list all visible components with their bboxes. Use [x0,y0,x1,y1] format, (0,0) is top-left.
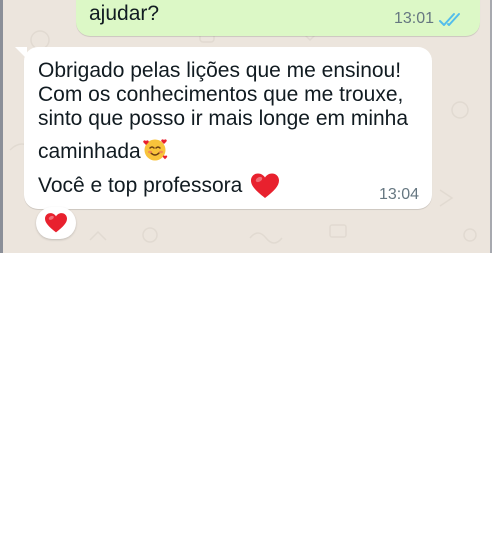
blank-area [0,253,492,538]
incoming-message-time: 13:04 [378,186,419,203]
message-line-with-emoji: Você e top professora [38,172,280,200]
bubble-tail [15,47,27,59]
message-line: Com os conhecimentos que me trouxe, [38,83,404,106]
red-heart-icon [251,173,280,198]
reaction-badge[interactable] [36,207,76,239]
message-line-with-emoji: caminhada [38,136,168,164]
outgoing-message-text: ajudar? [89,2,160,25]
red-heart-icon [45,213,67,233]
message-line: Obrigado pelas lições que me ensinou! [38,59,402,82]
outgoing-message-time: 13:01 [393,10,434,27]
message-line: sinto que posso ir mais longe em minha [38,107,409,130]
message-line: Você e top professora [38,174,243,197]
outgoing-message-bubble[interactable]: ajudar? 13:01 [76,0,480,36]
double-check-read-icon [439,13,460,26]
chat-area: ajudar? 13:01 Obrigado pelas lições que … [0,0,492,253]
incoming-message-bubble[interactable]: Obrigado pelas lições que me ensinou! Co… [15,47,432,209]
left-edge [0,0,3,253]
message-line: caminhada [38,140,141,163]
smiling-face-with-hearts-icon [142,139,167,161]
